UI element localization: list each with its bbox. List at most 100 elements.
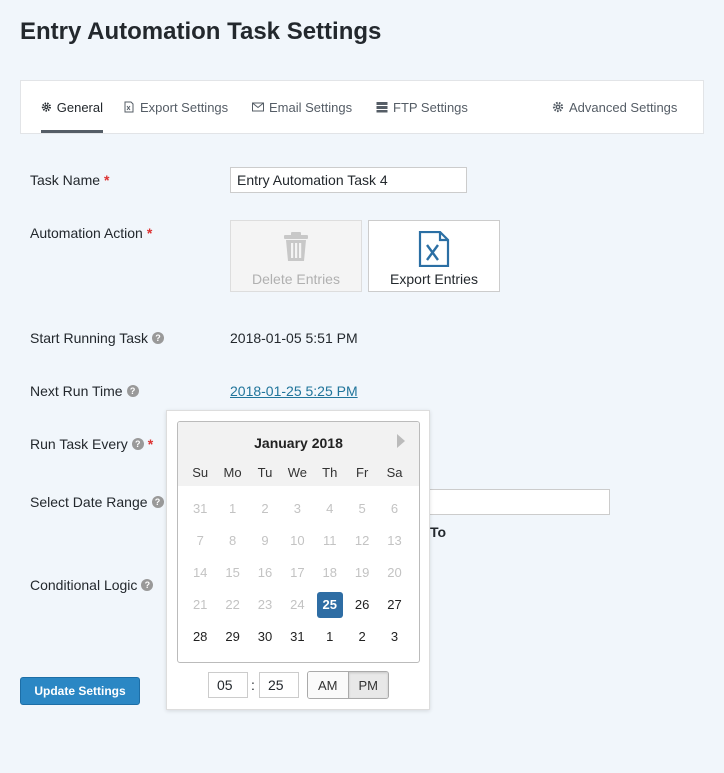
tab-email-settings[interactable]: Email Settings xyxy=(252,81,352,133)
date-range-end-input[interactable] xyxy=(428,489,610,515)
required-marker: * xyxy=(147,436,154,452)
required-marker: * xyxy=(104,172,110,188)
calendar-day[interactable]: 21 xyxy=(184,592,216,618)
calendar-day[interactable]: 9 xyxy=(249,527,281,553)
calendar-day[interactable]: 1 xyxy=(216,495,248,521)
calendar-day-number: 19 xyxy=(354,564,370,580)
weekday-header: Fr xyxy=(356,465,369,480)
calendar-day-number: 3 xyxy=(390,629,399,645)
weekday-header: Mo xyxy=(223,465,242,480)
calendar-day-number: 13 xyxy=(387,532,402,548)
calendar-day[interactable]: 3 xyxy=(281,495,313,521)
tab-ftp-settings[interactable]: FTP Settings xyxy=(376,81,468,133)
calendar-day[interactable]: 20 xyxy=(378,559,410,585)
tab-general[interactable]: General xyxy=(41,81,103,133)
calendar-day-number: 23 xyxy=(257,597,273,613)
calendar-day-number: 29 xyxy=(225,629,240,645)
start-running-task-label: Start Running Task ? xyxy=(30,330,165,346)
calendar-header: January 2018 xyxy=(178,422,419,464)
calendar-day[interactable]: 29 xyxy=(216,624,248,650)
trash-icon xyxy=(281,231,311,266)
question-circle-icon[interactable]: ? xyxy=(151,496,164,508)
calendar-day-number: 24 xyxy=(290,597,305,613)
calendar-day[interactable]: 19 xyxy=(346,559,378,585)
weekday-header: We xyxy=(287,465,307,480)
calendar-week-row: 14 15 16 17 18 19 20 xyxy=(184,556,413,588)
calendar-day-number: 28 xyxy=(192,629,208,645)
calendar-day[interactable]: 7 xyxy=(184,527,216,553)
calendar-day[interactable]: 18 xyxy=(314,559,346,585)
next-run-time-label: Next Run Time ? xyxy=(30,383,139,399)
calendar-week-row: 31 1 2 3 4 5 6 xyxy=(184,492,413,524)
tab-advanced-settings-label: Advanced Settings xyxy=(569,99,678,115)
calendar-day-number: 15 xyxy=(225,564,240,580)
calendar-day[interactable]: 17 xyxy=(281,559,313,585)
calendar-day-number: 25 xyxy=(316,591,343,618)
calendar-day-number: 21 xyxy=(192,597,208,613)
task-name-input[interactable] xyxy=(230,167,467,193)
question-circle-icon[interactable]: ? xyxy=(141,579,154,591)
next-run-time-link[interactable]: 2018-01-25 5:25 PM xyxy=(230,383,358,399)
tab-advanced-settings[interactable]: Advanced Settings xyxy=(552,81,677,133)
calendar: January 2018 Su Mo Tu We Th Fr Sa 31 1 2 3 4 5 6 7 8 9 1… xyxy=(177,421,420,663)
gear-icon xyxy=(41,102,51,112)
calendar-day-number: 14 xyxy=(192,564,208,580)
minute-input[interactable] xyxy=(259,672,299,698)
calendar-day[interactable]: 4 xyxy=(314,495,346,521)
calendar-day[interactable]: 1 xyxy=(314,624,346,650)
calendar-day[interactable]: 24 xyxy=(281,592,313,618)
calendar-day-number: 1 xyxy=(228,500,237,516)
calendar-day[interactable]: 22 xyxy=(216,592,248,618)
calendar-day[interactable]: 12 xyxy=(346,527,378,553)
calendar-day[interactable]: 8 xyxy=(216,527,248,553)
calendar-day[interactable]: 26 xyxy=(346,592,378,618)
update-settings-button[interactable]: Update Settings xyxy=(20,677,140,705)
calendar-day-number: 30 xyxy=(257,629,273,645)
calendar-day-number: 27 xyxy=(387,597,402,613)
am-pm-toggle: AM PM xyxy=(307,671,389,699)
am-button[interactable]: AM xyxy=(308,672,348,698)
calendar-day[interactable]: 14 xyxy=(184,559,216,585)
calendar-day[interactable]: 2 xyxy=(249,495,281,521)
calendar-month-label: January 2018 xyxy=(254,435,343,451)
weekday-row: Su Mo Tu We Th Fr Sa xyxy=(178,464,419,486)
calendar-day[interactable]: 13 xyxy=(378,527,410,553)
calendar-day[interactable]: 5 xyxy=(346,495,378,521)
question-circle-icon[interactable]: ? xyxy=(126,385,139,397)
calendar-day-number: 1 xyxy=(326,629,334,645)
question-circle-icon[interactable]: ? xyxy=(131,438,144,450)
delete-entries-option[interactable]: Delete Entries xyxy=(230,220,362,292)
next-month-icon[interactable] xyxy=(397,434,405,448)
calendar-week-row: 21 22 23 24 25 26 27 xyxy=(184,589,413,621)
calendar-day-number: 5 xyxy=(358,500,366,516)
calendar-day[interactable]: 28 xyxy=(184,624,216,650)
question-circle-icon[interactable]: ? xyxy=(152,332,165,344)
pm-button[interactable]: PM xyxy=(347,672,388,698)
time-separator: : xyxy=(251,677,255,693)
calendar-day[interactable]: 23 xyxy=(249,592,281,618)
tab-export-settings[interactable]: Export Settings xyxy=(123,81,228,133)
calendar-day[interactable]: 31 xyxy=(184,495,216,521)
calendar-day-number: 31 xyxy=(290,629,305,645)
gear-icon xyxy=(552,101,564,113)
calendar-day-number: 7 xyxy=(196,532,204,548)
calendar-day[interactable]: 10 xyxy=(281,527,313,553)
tab-general-label: General xyxy=(56,99,103,115)
server-icon xyxy=(376,102,388,113)
hour-input[interactable] xyxy=(208,672,248,698)
calendar-day[interactable]: 27 xyxy=(378,592,410,618)
calendar-day[interactable]: 11 xyxy=(314,527,346,553)
calendar-day[interactable]: 30 xyxy=(249,624,281,650)
weekday-header: Su xyxy=(192,465,209,480)
export-entries-option[interactable]: Export Entries xyxy=(368,220,500,292)
calendar-day-number: 22 xyxy=(225,597,240,613)
calendar-day[interactable]: 15 xyxy=(216,559,248,585)
datetime-picker: January 2018 Su Mo Tu We Th Fr Sa 31 1 2 3 4 5 6 7 8 9 1… xyxy=(166,410,430,710)
calendar-day[interactable]: 25 xyxy=(314,591,346,618)
calendar-day[interactable]: 2 xyxy=(346,624,378,650)
calendar-day[interactable]: 3 xyxy=(378,624,410,650)
calendar-day[interactable]: 16 xyxy=(249,559,281,585)
calendar-day[interactable]: 6 xyxy=(378,495,410,521)
calendar-day[interactable]: 31 xyxy=(281,624,313,650)
weekday-header: Tu xyxy=(257,465,273,480)
